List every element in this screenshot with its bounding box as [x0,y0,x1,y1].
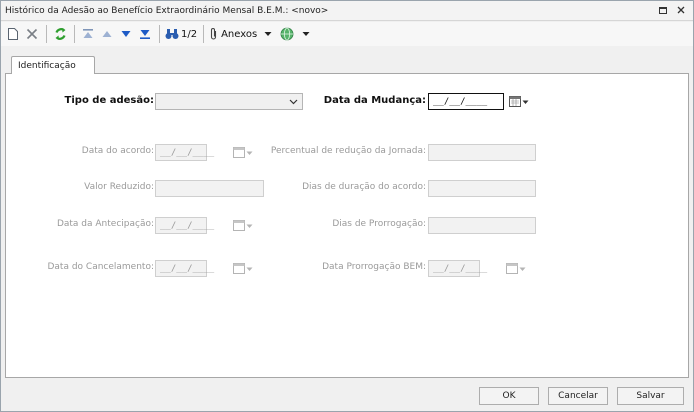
dropdown-arrow-icon [264,32,272,36]
page-indicator: 1/2 [181,28,198,40]
data-prorrogacao-bem-calendar-button[interactable] [506,262,526,276]
previous-record-button[interactable] [99,24,115,44]
tab-identificacao[interactable]: Identificação [11,56,95,74]
data-antecipacao-label: Data da Antecipação: [56,219,154,229]
data-acordo-label: Data do acordo: [81,146,154,156]
toolbar-separator [203,25,205,43]
calendar-icon [233,147,245,158]
dias-duracao-label: Dias de duração do acordo: [302,182,426,192]
tipo-adesao-select[interactable] [155,93,303,110]
dias-prorrogacao-label: Dias de Prorrogação: [332,219,426,229]
data-mudanca-calendar-button[interactable] [509,95,529,109]
calendar-icon [506,263,518,274]
web-button[interactable] [280,24,311,44]
toolbar-separator [46,25,47,43]
data-acordo-input[interactable]: __/__/____ [155,144,214,161]
find-button[interactable]: 1/2 [165,24,197,44]
data-acordo-date: __/__/____ [155,144,253,161]
tab-panel: Tipo de adesão: Data da Mudança: __/__/_… [5,73,689,378]
data-cancelamento-label: Data do Cancelamento: [47,262,154,272]
new-document-icon [8,28,18,40]
delete-x-icon [26,28,38,40]
data-cancelamento-date: __/__/____ [155,260,253,277]
data-cancelamento-input[interactable]: __/__/____ [155,260,214,277]
ok-button[interactable]: OK [479,387,539,405]
restore-icon [658,6,667,14]
data-antecipacao-calendar-button[interactable] [233,219,253,233]
close-button[interactable] [675,4,687,16]
binoculars-icon [165,29,179,39]
dias-prorrogacao-input[interactable] [428,217,536,234]
toolbar: 1/2 Anexos [1,22,693,46]
toolbar-separator [74,25,75,43]
calendar-icon [233,220,245,231]
content-area: Identificação Tipo de adesão: Data da Mu… [5,56,689,378]
last-record-button[interactable] [137,24,153,44]
cancel-button[interactable]: Cancelar [548,387,608,405]
next-record-button[interactable] [118,24,134,44]
dias-duracao-input[interactable] [428,180,536,197]
dropdown-arrow-icon [246,224,253,228]
data-acordo-calendar-button[interactable] [233,146,253,160]
first-icon [83,29,93,38]
data-prorrogacao-bem-date: __/__/____ [428,260,526,277]
next-icon [121,31,131,37]
dropdown-arrow-icon [246,267,253,271]
calendar-icon [509,96,521,107]
data-antecipacao-input[interactable]: __/__/____ [155,217,214,234]
globe-icon [280,27,294,41]
dropdown-arrow-icon [519,267,526,271]
first-record-button[interactable] [80,24,96,44]
valor-reduzido-input[interactable] [155,180,264,197]
chevron-down-icon [289,99,298,105]
toolbar-separator [159,25,160,43]
data-antecipacao-date: __/__/____ [155,217,253,234]
title-bar: Histórico da Adesão ao Benefício Extraor… [1,1,693,21]
new-record-button[interactable] [5,24,21,44]
dialog-footer: OK Cancelar Salvar [1,379,693,411]
refresh-button[interactable] [52,24,68,44]
dropdown-arrow-icon [522,100,529,104]
percentual-reducao-label: Percentual de redução da Jornada: [270,146,426,156]
previous-icon [102,31,112,37]
percentual-reducao-input[interactable] [428,144,536,161]
dialog-window: Histórico da Adesão ao Benefício Extraor… [0,0,694,412]
close-icon [677,6,685,14]
valor-reduzido-label: Valor Reduzido: [84,182,154,192]
data-mudanca-date: __/__/____ [428,93,529,110]
window-title: Histórico da Adesão ao Benefício Extraor… [5,5,329,16]
tipo-adesao-label: Tipo de adesão: [64,95,154,106]
refresh-icon [54,28,66,40]
last-icon [140,30,150,39]
save-button[interactable]: Salvar [617,387,684,405]
attachments-label: Anexos [221,28,258,40]
delete-button[interactable] [24,24,40,44]
data-mudanca-input[interactable]: __/__/____ [428,93,504,110]
restore-button[interactable] [657,4,669,16]
attachments-button[interactable]: Anexos [209,24,273,44]
data-prorrogacao-bem-input[interactable]: __/__/____ [428,260,487,277]
dropdown-arrow-icon [246,151,253,155]
calendar-icon [233,263,245,274]
data-cancelamento-calendar-button[interactable] [233,262,253,276]
data-prorrogacao-bem-label: Data Prorrogação BEM: [322,262,426,272]
paperclip-icon [211,28,217,40]
dropdown-arrow-icon [302,32,310,36]
data-mudanca-label: Data da Mudança: [323,95,426,106]
